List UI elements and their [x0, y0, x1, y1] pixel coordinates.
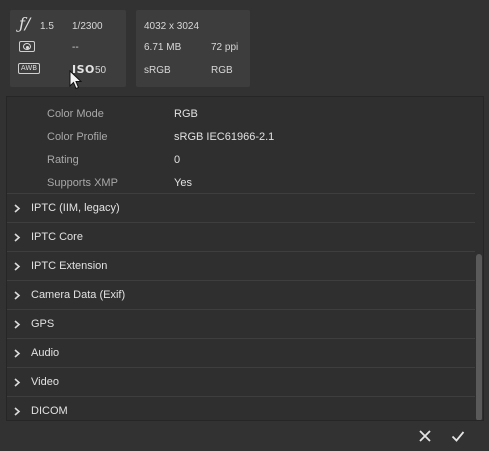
- section-audio[interactable]: Audio: [7, 338, 475, 367]
- scrollbar-thumb[interactable]: [476, 254, 482, 420]
- exposure-card: ƒ/ 1.5 1/2300 -- AWB ISO 50: [10, 10, 126, 87]
- section-gps[interactable]: GPS: [7, 309, 475, 338]
- section-label: Audio: [31, 347, 60, 359]
- property-row: Color Mode RGB: [7, 104, 475, 127]
- file-properties-list: Color Mode RGB Color Profile sRGB IEC619…: [7, 104, 475, 196]
- section-label: IPTC (IIM, legacy): [31, 202, 120, 214]
- shutter-speed-value: 1/2300: [72, 21, 103, 32]
- section-dicom[interactable]: DICOM: [7, 396, 475, 420]
- file-size: 6.71 MB: [144, 42, 182, 53]
- property-label: Supports XMP: [47, 177, 118, 189]
- chevron-right-icon: [14, 262, 21, 271]
- property-value: RGB: [174, 108, 198, 120]
- iso-value: 50: [95, 65, 107, 76]
- section-label: Camera Data (Exif): [31, 289, 126, 301]
- section-label: DICOM: [31, 405, 68, 417]
- cancel-button[interactable]: [416, 427, 434, 445]
- chevron-right-icon: [14, 378, 21, 387]
- property-value: Yes: [174, 177, 192, 189]
- mouse-cursor-icon: [69, 70, 83, 90]
- property-row: Rating 0: [7, 150, 475, 173]
- metering-mode-icon: [19, 41, 35, 52]
- section-label: IPTC Core: [31, 231, 83, 243]
- section-iptc-extension[interactable]: IPTC Extension: [7, 251, 475, 280]
- image-dimensions: 4032 x 3024: [144, 21, 200, 32]
- section-iptc-core[interactable]: IPTC Core: [7, 222, 475, 251]
- chevron-right-icon: [14, 407, 21, 416]
- white-balance-icon: AWB: [18, 63, 40, 74]
- section-camera-data[interactable]: Camera Data (Exif): [7, 280, 475, 309]
- aperture-icon: ƒ/: [19, 14, 31, 33]
- section-video[interactable]: Video: [7, 367, 475, 396]
- chevron-right-icon: [14, 291, 21, 300]
- property-label: Rating: [47, 154, 79, 166]
- chevron-right-icon: [14, 349, 21, 358]
- file-info-card: 4032 x 3024 6.71 MB 72 ppi sRGB RGB: [136, 10, 250, 87]
- section-iptc-iim[interactable]: IPTC (IIM, legacy): [7, 193, 475, 222]
- color-mode-short: RGB: [211, 65, 233, 76]
- metering-value: --: [72, 42, 79, 53]
- chevron-right-icon: [14, 320, 21, 329]
- section-label: GPS: [31, 318, 55, 330]
- color-profile-short: sRGB: [144, 65, 171, 76]
- property-value: 0: [174, 154, 181, 166]
- metadata-sections-list: IPTC (IIM, legacy) IPTC Core IPTC Extens…: [7, 193, 475, 420]
- metadata-panel[interactable]: Color Mode RGB Color Profile sRGB IEC619…: [6, 96, 484, 421]
- confirm-button[interactable]: [449, 427, 467, 445]
- section-label: IPTC Extension: [31, 260, 108, 272]
- property-row: Color Profile sRGB IEC61966-2.1: [7, 127, 475, 150]
- property-label: Color Mode: [47, 108, 104, 120]
- property-label: Color Profile: [47, 131, 108, 143]
- section-label: Video: [31, 376, 59, 388]
- resolution: 72 ppi: [211, 42, 239, 53]
- property-value: sRGB IEC61966-2.1: [174, 131, 275, 143]
- chevron-right-icon: [14, 204, 21, 213]
- aperture-value: 1.5: [40, 21, 54, 32]
- chevron-right-icon: [14, 233, 21, 242]
